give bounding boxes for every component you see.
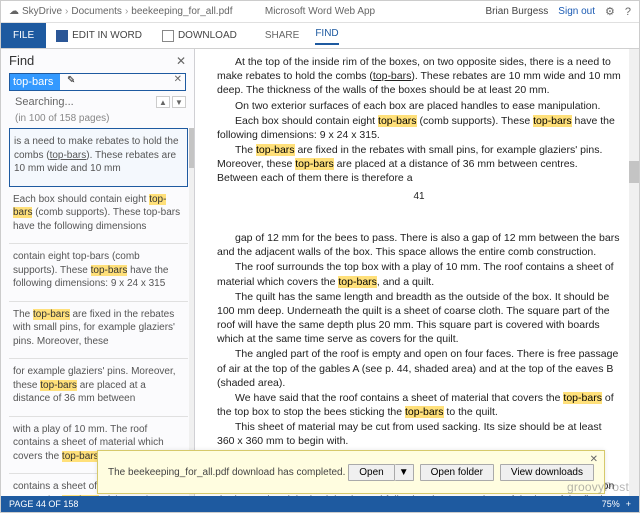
file-tab[interactable]: FILE (1, 23, 46, 48)
edit-in-word-button[interactable]: EDIT IN WORD (46, 23, 152, 48)
find-count: (in 100 of 158 pages) (1, 113, 194, 128)
zoom-in-icon[interactable]: + (626, 499, 631, 509)
chevron-right-icon: › (65, 6, 68, 17)
close-icon[interactable]: ✕ (590, 454, 598, 465)
share-tab[interactable]: SHARE (265, 30, 299, 41)
cursor-icon: ✎ (67, 75, 75, 86)
open-button[interactable]: Open (348, 464, 394, 481)
signout-link[interactable]: Sign out (558, 6, 595, 17)
prev-result-button[interactable]: ▲ (156, 96, 170, 108)
view-downloads-button[interactable]: View downloads (500, 464, 594, 481)
scrollbar[interactable] (629, 49, 639, 496)
breadcrumb-bar: ☁ SkyDrive › Documents › beekeeping_for_… (1, 1, 639, 23)
find-result[interactable]: Each box should contain eight top-bars (… (9, 187, 188, 245)
find-status: Searching... (15, 96, 74, 108)
find-results: is a need to make rebates to hold the co… (1, 128, 194, 496)
find-input[interactable] (9, 73, 186, 91)
status-bar: PAGE 44 OF 158 75% + (1, 496, 639, 512)
download-button[interactable]: DOWNLOAD (152, 23, 247, 48)
next-result-button[interactable]: ▼ (172, 96, 186, 108)
download-label: DOWNLOAD (178, 30, 237, 41)
chevron-right-icon: › (125, 6, 128, 17)
close-icon[interactable]: ✕ (176, 54, 186, 68)
ribbon: FILE EDIT IN WORD DOWNLOAD SHARE FIND (1, 23, 639, 49)
download-icon (162, 30, 174, 42)
download-notification: ✕ The beekeeping_for_all.pdf download ha… (97, 450, 605, 494)
clear-icon[interactable]: ✕ (174, 74, 182, 85)
bc-file[interactable]: beekeeping_for_all.pdf (131, 6, 232, 17)
settings-icon[interactable]: ⚙ (605, 5, 615, 18)
open-folder-button[interactable]: Open folder (420, 464, 494, 481)
find-pane: Find ✕ ✕ ✎ Searching... ▲ ▼ (in 100 of 1… (1, 49, 195, 496)
document-view[interactable]: At the top of the inside rim of the boxe… (195, 49, 639, 496)
find-title: Find (9, 53, 34, 68)
page-indicator: PAGE 44 OF 158 (9, 499, 78, 509)
page-number: 41 (217, 190, 621, 204)
user-name[interactable]: Brian Burgess (485, 6, 548, 17)
find-result[interactable]: contain eight top-bars (comb supports). … (9, 244, 188, 302)
word-icon (56, 30, 68, 42)
open-dropdown-button[interactable]: ▼ (395, 464, 414, 481)
scrollbar[interactable] (189, 128, 194, 496)
find-result[interactable]: is a need to make rebates to hold the co… (9, 128, 188, 187)
bc-folder[interactable]: Documents (71, 6, 122, 17)
app-title: Microsoft Word Web App (265, 6, 375, 17)
download-message: The beekeeping_for_all.pdf download has … (108, 467, 345, 478)
breadcrumb: ☁ SkyDrive › Documents › beekeeping_for_… (9, 6, 232, 17)
edit-label: EDIT IN WORD (72, 30, 142, 41)
find-result[interactable]: The top-bars are fixed in the rebates wi… (9, 302, 188, 360)
zoom-level: 75% (602, 499, 620, 509)
find-result[interactable]: for example glaziers' pins. Moreover, th… (9, 359, 188, 417)
help-icon[interactable]: ? (625, 6, 631, 18)
find-tab[interactable]: FIND (315, 28, 338, 45)
skydrive-icon: ☁ (9, 6, 19, 17)
bc-root[interactable]: SkyDrive (22, 6, 62, 17)
